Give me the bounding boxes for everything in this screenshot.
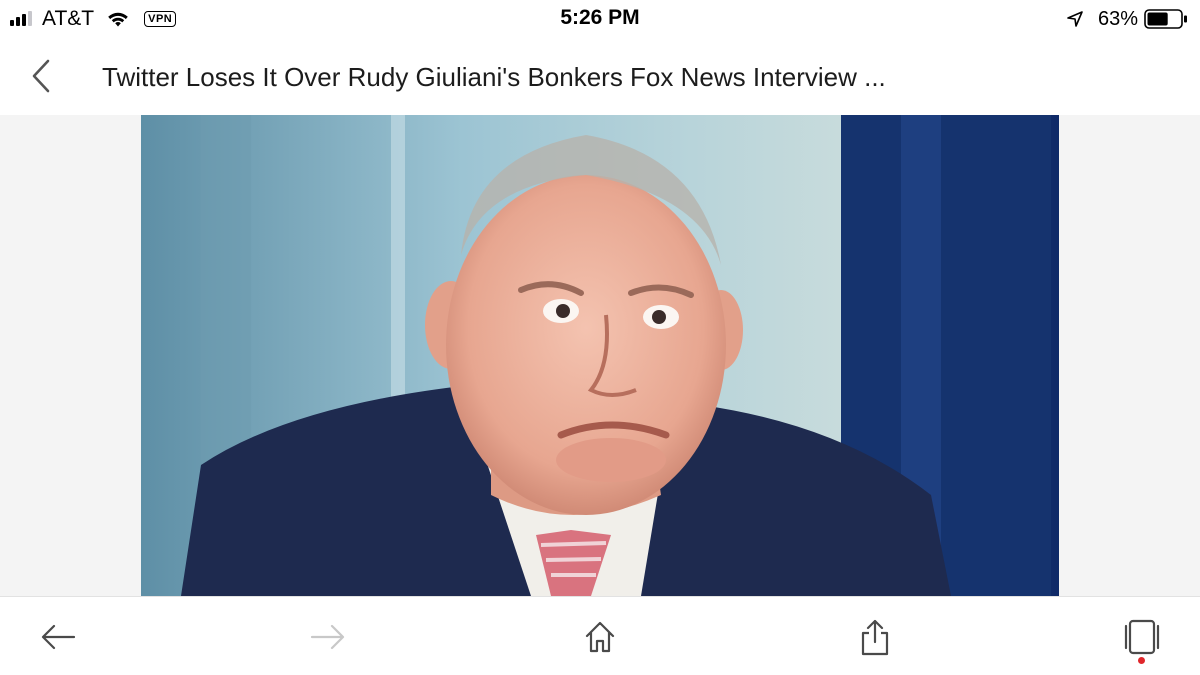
article-header: Twitter Loses It Over Rudy Giuliani's Bo… xyxy=(0,38,1200,115)
back-chevron-icon[interactable] xyxy=(28,58,54,94)
bottom-toolbar xyxy=(0,596,1200,675)
arrow-right-icon xyxy=(310,624,345,650)
status-bar: AT&T VPN 5:26 PM 63% xyxy=(0,0,1200,38)
battery-icon xyxy=(1144,9,1187,29)
battery-percentage: 63% xyxy=(1097,7,1138,30)
back-button[interactable] xyxy=(38,617,78,657)
arrow-left-icon xyxy=(41,624,76,650)
forward-button[interactable] xyxy=(308,617,348,657)
location-arrow-icon xyxy=(1067,11,1083,27)
article-hero-image xyxy=(141,115,1059,596)
tabs-icon xyxy=(1124,619,1160,655)
share-icon xyxy=(861,619,889,656)
share-button[interactable] xyxy=(855,617,895,657)
man-portrait-illustration xyxy=(141,115,1059,596)
article-title: Twitter Loses It Over Rudy Giuliani's Bo… xyxy=(102,62,886,92)
home-button[interactable] xyxy=(580,617,620,657)
status-bar-right: 63% xyxy=(1066,6,1188,32)
tabs-notification-dot xyxy=(1138,657,1145,664)
article-content xyxy=(0,115,1200,596)
home-icon xyxy=(585,621,615,653)
status-time: 5:26 PM xyxy=(560,6,640,29)
tabs-button[interactable] xyxy=(1122,617,1162,657)
